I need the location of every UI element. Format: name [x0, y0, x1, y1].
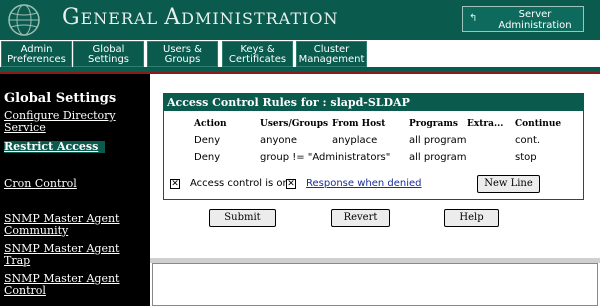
column-header-extra: Extra... [467, 119, 504, 129]
tab-global-settings[interactable]: Global Settings [73, 41, 144, 67]
rule-1-from-host[interactable]: anyplace [332, 135, 377, 146]
column-header-action: Action [194, 119, 227, 129]
return-arrow-icon: ↰ [469, 13, 478, 24]
sidebar-item-configure-directory-service[interactable]: Configure Directory Service [4, 110, 144, 134]
sidebar-item-restrict-access[interactable]: Restrict Access [4, 141, 105, 153]
new-line-button[interactable]: New Line [477, 175, 540, 193]
rule-2-continue[interactable]: stop [515, 152, 537, 163]
globe-logo-icon [8, 4, 40, 36]
rule-1-continue[interactable]: cont. [515, 135, 540, 146]
column-header-programs: Programs [409, 119, 458, 129]
sidebar-title: Global Settings [4, 91, 117, 106]
panel-title: Access Control Rules for : slapd-SLDAP [164, 94, 583, 111]
access-control-on-label: Access control is on [190, 178, 289, 189]
rule-1-programs[interactable]: all program [409, 135, 467, 146]
access-control-on-checkbox[interactable]: ✕ [170, 179, 180, 189]
submit-button[interactable]: Submit [209, 209, 276, 227]
app-title: GENERAL ADMINISTRATION [62, 5, 339, 30]
server-admin-label-line1: Server [518, 9, 552, 20]
access-control-panel: Access Control Rules for : slapd-SLDAP A… [163, 93, 584, 200]
rule-1-users-groups[interactable]: anyone [260, 135, 297, 146]
tab-users-groups[interactable]: Users & Groups [147, 41, 218, 67]
response-when-denied-checkbox[interactable]: ✕ [286, 179, 296, 189]
rule-2-action[interactable]: Deny [194, 152, 220, 163]
revert-button[interactable]: Revert [331, 209, 390, 227]
column-header-users-groups: Users/Groups [260, 119, 329, 129]
response-when-denied-link[interactable]: Response when denied [306, 178, 422, 189]
sidebar-item-cron-control[interactable]: Cron Control [4, 178, 144, 190]
rule-2-programs[interactable]: all program [409, 152, 467, 163]
column-header-from-host: From Host [332, 119, 386, 129]
tab-admin-preferences[interactable]: Admin Preferences [1, 41, 72, 67]
server-administration-button[interactable]: ↰ Server Administration [462, 6, 584, 32]
column-header-continue: Continue [515, 119, 562, 129]
tab-cluster-management[interactable]: Cluster Management [296, 41, 367, 67]
app-header: GENERAL ADMINISTRATION ↰ Server Administr… [0, 0, 600, 40]
sidebar-item-snmp-control[interactable]: SNMP Master Agent Control [4, 273, 144, 297]
lower-frame [152, 263, 598, 306]
rule-2-users-groups[interactable]: group != "Administrators" [260, 152, 390, 163]
rule-1-action[interactable]: Deny [194, 135, 220, 146]
server-admin-label-line2: Administration [498, 20, 572, 31]
help-button[interactable]: Help [444, 209, 499, 227]
sidebar-item-snmp-trap[interactable]: SNMP Master Agent Trap [4, 243, 144, 267]
tab-keys-certificates[interactable]: Keys & Certificates [222, 41, 293, 67]
sidebar: Global Settings Configure Directory Servi… [0, 74, 150, 306]
sidebar-item-snmp-community[interactable]: SNMP Master Agent Community [4, 213, 144, 237]
